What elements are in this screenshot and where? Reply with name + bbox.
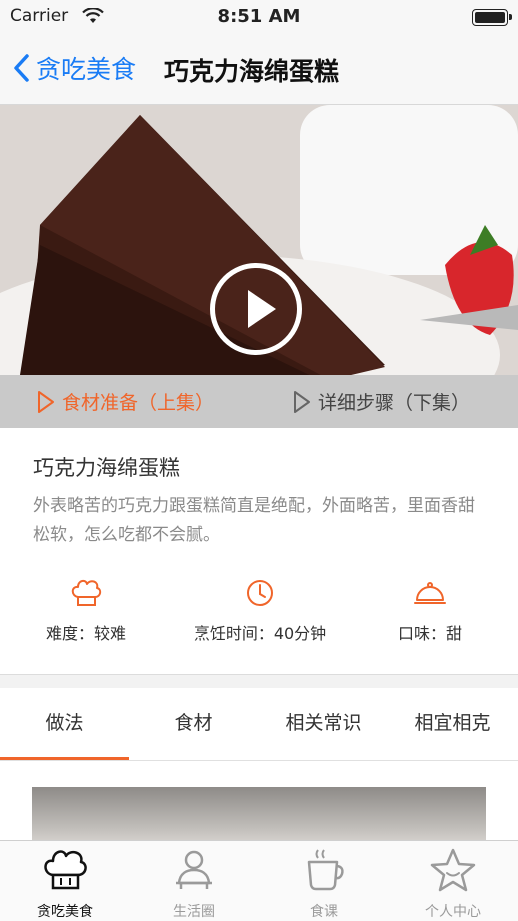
tabbar-item-food-label: 贪吃美食 [37, 904, 93, 920]
episode-part-1[interactable]: 食材准备（上集） [36, 375, 214, 428]
cooking-time-label: 烹饪时间：40分钟 [193, 624, 327, 643]
difficulty-info: 难度：较难 [16, 578, 156, 644]
tabbar-item-life-circle-label: 生活圈 [173, 904, 215, 920]
tab-food-compatibility[interactable]: 相宜相克 [388, 688, 517, 760]
tabbar-item-food-class[interactable]: 食课 [269, 841, 379, 921]
recipe-info: 巧克力海绵蛋糕 外表略苦的巧克力跟蛋糕简直是绝配，外面略苦，里面香甜松软，怎么吃… [0, 428, 518, 675]
tab-ingredients[interactable]: 食材 [129, 688, 258, 760]
navigation-bar: 贪吃美食 巧克力海绵蛋糕 [0, 34, 518, 105]
tabbar-item-personal-center-label: 个人中心 [425, 904, 481, 920]
back-button[interactable]: 贪吃美食 [12, 48, 136, 88]
clock-time: 8:51 AM [217, 6, 301, 27]
tabbar-item-food[interactable]: 贪吃美食 [10, 841, 120, 921]
star-icon [430, 848, 476, 892]
back-button-label: 贪吃美食 [36, 55, 137, 84]
recipe-name: 巧克力海绵蛋糕 [33, 456, 180, 480]
chevron-left-icon [14, 54, 29, 82]
step-photo [32, 787, 486, 847]
person-icon [176, 850, 212, 889]
tab-related-knowledge[interactable]: 相关常识 [259, 688, 388, 760]
status-bar: Carrier 8:51 AM [0, 0, 518, 34]
tabbar-item-personal-center[interactable]: 个人中心 [398, 841, 508, 921]
page-title: 巧克力海绵蛋糕 [164, 57, 340, 86]
method-content [0, 761, 518, 847]
episode-part-2-label: 详细步骤（下集） [318, 392, 471, 414]
episode-part-2[interactable]: 详细步骤（下集） [292, 375, 470, 428]
episode-selector: 食材准备（上集） 详细步骤（下集） [0, 375, 518, 428]
tab-method[interactable]: 做法 [0, 688, 129, 760]
bottom-tab-bar: 贪吃美食 生活圈 食课 个人中心 [0, 840, 518, 921]
tabbar-item-life-circle[interactable]: 生活圈 [139, 841, 249, 921]
coffee-cup-icon [307, 849, 344, 891]
taste-info: 口味：甜 [360, 578, 500, 644]
battery-icon [472, 9, 512, 26]
difficulty-label: 难度：较难 [45, 624, 126, 643]
play-outline-icon [294, 390, 310, 413]
cooking-time-info: 烹饪时间：40分钟 [190, 578, 330, 644]
play-video-button[interactable] [210, 263, 302, 355]
chef-hat-icon [44, 850, 87, 890]
chef-hat-icon [71, 579, 102, 606]
tabbar-item-food-class-label: 食课 [310, 904, 338, 920]
cloche-icon [414, 582, 446, 604]
video-player[interactable] [0, 105, 518, 375]
taste-label: 口味：甜 [397, 624, 462, 643]
episode-part-1-label: 食材准备（上集） [62, 392, 215, 414]
content-tabs: 做法 食材 相关常识 相宜相克 [0, 688, 518, 761]
play-outline-icon [38, 390, 54, 413]
clock-icon [247, 580, 273, 606]
recipe-description: 外表略苦的巧克力跟蛋糕简直是绝配，外面略苦，里面香甜松软，怎么吃都不会腻。 [33, 496, 475, 545]
